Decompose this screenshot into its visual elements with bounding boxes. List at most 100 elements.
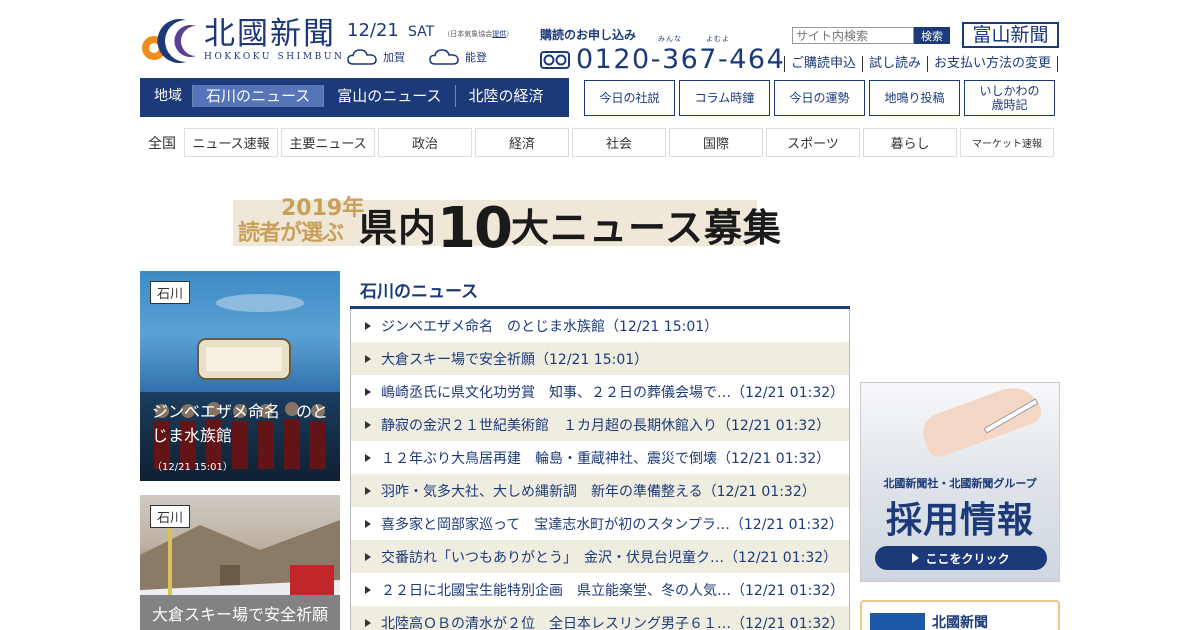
bullet-arrow-icon [365, 618, 371, 627]
recruit-title: 採用情報 [885, 500, 1034, 541]
banner-title: 県内10大ニュース募集 [359, 196, 783, 261]
photo-timestamp: （12/21 15:01） [152, 462, 233, 473]
hand-illustration [917, 383, 1045, 461]
news-item[interactable]: ジンベエザメ命名 のとじま水族館（12/21 15:01） [351, 309, 849, 342]
subscribe-apply-link[interactable]: ご購読申込 [784, 56, 862, 72]
cat-politics[interactable]: 政治 [378, 128, 472, 157]
news-item[interactable]: ２２日に北國宝生能特別企画 県立能楽堂、冬の人気…（12/21 01:32） [351, 573, 849, 606]
recruit-click-button[interactable]: ここをクリック [875, 546, 1047, 570]
phone-line[interactable]: 0120-367-464 [540, 44, 785, 75]
logo-subtitle: HOKKOKU SHIMBUN [204, 52, 345, 62]
recruitment-banner[interactable]: 北國新聞社・北國新聞グループ 採用情報 ここをクリック [860, 382, 1060, 582]
banner-readers: 読者が選ぶ [238, 221, 344, 246]
cat-international[interactable]: 国際 [669, 128, 763, 157]
news-item[interactable]: 北陸高ＯＢの清水が２位 全日本レスリング男子６１…（12/21 01:32） [351, 606, 849, 630]
cat-lifestyle[interactable]: 暮らし [863, 128, 957, 157]
news-section-title: 石川のニュース [360, 282, 479, 302]
bullet-arrow-icon [365, 321, 371, 330]
horoscope-button[interactable]: 今日の運勢 [774, 80, 865, 116]
bullet-arrow-icon [365, 486, 371, 495]
site-search: 検索 [792, 27, 950, 44]
phone-ruby: みんな よむよ [658, 35, 730, 43]
news-item-title: 大倉スキー場で安全祈願（12/21 15:01） [381, 351, 649, 368]
photo-card-whale-shark[interactable]: 石川 ジンベエザメ命名 のとじま水族館 （12/21 15:01） [140, 271, 340, 481]
hokkoku-promo-box[interactable]: 北國新聞 [860, 600, 1060, 630]
cat-breaking-news[interactable]: ニュース速報 [184, 128, 278, 157]
subscribe-label: 購読のお申し込み [540, 28, 637, 42]
photo-title: ジンベエザメ命名 のとじま水族館 [152, 402, 329, 445]
weather-credit-link[interactable]: 提供 [492, 30, 506, 38]
top10-news-banner[interactable]: 2019年 読者が選ぶ 県内10大ニュース募集 [233, 184, 781, 261]
trial-read-link[interactable]: 試し読み [862, 56, 927, 72]
date-block: 12/21 SAT （日本気象協会提供） [347, 20, 513, 41]
news-item[interactable]: １２年ぶり大鳥居再建 輪島・重蔵神社、震災で倒壊（12/21 01:32） [351, 441, 849, 474]
news-item[interactable]: 交番訪れ「いつもありがとう」 金沢・伏見台児童ク…（12/21 01:32） [351, 540, 849, 573]
category-nav-label: 全国 [148, 135, 176, 152]
banner-number: 10 [437, 196, 513, 261]
news-item-title: 嶋崎丞氏に県文化功労賞 知事、２２日の葬儀会場で…（12/21 01:32） [381, 384, 845, 401]
cloud-icon [347, 49, 377, 65]
news-item[interactable]: 大倉スキー場で安全祈願（12/21 15:01） [351, 342, 849, 375]
photo-caption: 大倉スキー場で安全祈願 [140, 595, 340, 630]
seasonal-calendar-button[interactable]: いしかわの 歳時記 [964, 80, 1055, 116]
search-button[interactable]: 検索 [914, 27, 950, 44]
news-item-title: 北陸高ＯＢの清水が２位 全日本レスリング男子６１…（12/21 01:32） [381, 615, 845, 630]
toyama-shimbun-link[interactable]: 富山新聞 [962, 22, 1059, 48]
logo-name: 北國新聞 [204, 16, 336, 52]
news-item-title: 交番訪れ「いつもありがとう」 金沢・伏見台児童ク…（12/21 01:32） [381, 549, 838, 566]
reader-post-button[interactable]: 地鳴り投稿 [869, 80, 960, 116]
site-logo[interactable]: 北國新聞 HOKKOKU SHIMBUN [140, 16, 345, 64]
region-nav: 地域 石川のニュース 富山のニュース 北陸の経済 [140, 78, 569, 117]
weather-area-kaga: 加賀 [383, 51, 405, 64]
search-input[interactable] [792, 27, 914, 44]
column-jisho-button[interactable]: コラム時鐘 [679, 80, 770, 116]
payment-change-link[interactable]: お支払い方法の変更 [927, 56, 1059, 72]
photo-card-ski-resort[interactable]: 石川 大倉スキー場で安全祈願 [140, 495, 340, 630]
bullet-arrow-icon [365, 354, 371, 363]
bullet-arrow-icon [365, 519, 371, 528]
news-item-title: ジンベエザメ命名 のとじま水族館（12/21 15:01） [381, 318, 719, 335]
news-item[interactable]: 静寂の金沢２１世紀美術館 １カ月超の長期休館入り（12/21 01:32） [351, 408, 849, 441]
cat-market-news[interactable]: マーケット速報 [960, 128, 1054, 157]
news-list: ジンベエザメ命名 のとじま水族館（12/21 15:01） 大倉スキー場で安全祈… [350, 309, 850, 630]
news-item-title: 喜多家と岡部家巡って 宝達志水町が初のスタンプラ…（12/21 01:32） [381, 516, 844, 533]
editorial-button[interactable]: 今日の社説 [584, 80, 675, 116]
phone-number: 0120-367-464 [576, 44, 786, 75]
logo-text: 北國新聞 HOKKOKU SHIMBUN [204, 16, 345, 62]
photo-title: 大倉スキー場で安全祈願 [152, 605, 329, 624]
subscription-block: 購読のお申し込み みんな よむよ 0120-367-464 [540, 26, 784, 75]
cat-economy[interactable]: 経済 [475, 128, 569, 157]
feature-buttons: 今日の社説 コラム時鐘 今日の運勢 地鳴り投稿 いしかわの 歳時記 [584, 80, 1055, 116]
news-item[interactable]: 羽咋・気多大社、大しめ縄新調 新年の準備整える（12/21 01:32） [351, 474, 849, 507]
news-item[interactable]: 嶋崎丞氏に県文化功労賞 知事、２２日の葬儀会場で…（12/21 01:32） [351, 375, 849, 408]
category-nav: 全国 ニュース速報 主要ニュース 政治 経済 社会 国際 スポーツ 暮らし マー… [140, 128, 1057, 157]
tab-hokuriku-economy[interactable]: 北陸の経済 [454, 85, 557, 107]
bullet-arrow-icon [365, 387, 371, 396]
logo-mark-icon [142, 19, 196, 64]
photo-region-tag: 石川 [150, 281, 191, 304]
news-item-title: 羽咋・気多大社、大しめ縄新調 新年の準備整える（12/21 01:32） [381, 483, 816, 500]
free-dial-icon [540, 50, 570, 69]
tab-toyama-news[interactable]: 富山のニュース [323, 85, 454, 107]
bullet-arrow-icon [365, 420, 371, 429]
cat-society[interactable]: 社会 [572, 128, 666, 157]
cloud-icon [429, 49, 459, 65]
photo-region-tag: 石川 [150, 505, 191, 528]
cat-main-news[interactable]: 主要ニュース [281, 128, 375, 157]
news-item[interactable]: 喜多家と岡部家巡って 宝達志水町が初のスタンプラ…（12/21 01:32） [351, 507, 849, 540]
cat-sports[interactable]: スポーツ [766, 128, 860, 157]
news-item-title: 静寂の金沢２１世紀美術館 １カ月超の長期休館入り（12/21 01:32） [381, 417, 831, 434]
promo-thumbnail [870, 613, 925, 630]
weather-forecast: 加賀 能登 [347, 48, 505, 66]
weather-credit: （日本気象協会提供） [443, 30, 514, 38]
current-date: 12/21 [347, 20, 399, 41]
bullet-arrow-icon [365, 552, 371, 561]
bullet-arrow-icon [365, 585, 371, 594]
tab-ishikawa-news[interactable]: 石川のニュース [192, 85, 324, 107]
service-links: ご購読申込 試し読み お支払い方法の変更 [784, 56, 1059, 72]
recruit-org: 北國新聞社・北國新聞グループ [883, 477, 1037, 490]
news-section-header: 石川のニュース [350, 271, 850, 309]
promo-label: 北國新聞 [932, 615, 988, 630]
play-arrow-icon [912, 553, 920, 563]
current-weekday: SAT [407, 24, 435, 40]
